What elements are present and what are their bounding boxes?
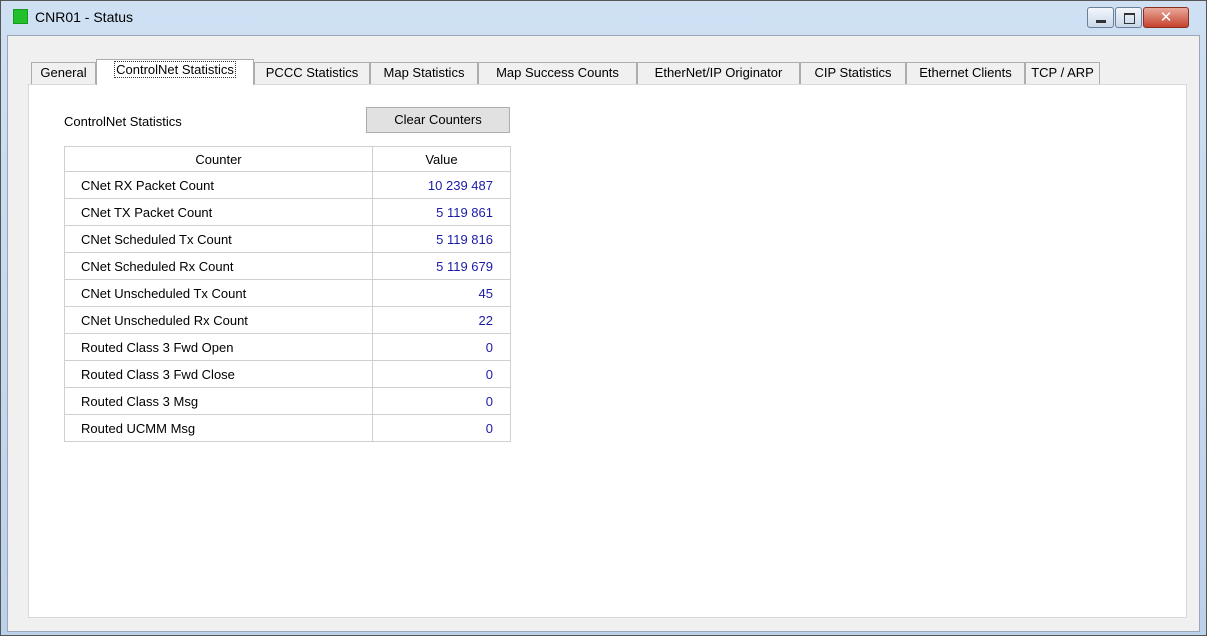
tab-label: TCP / ARP: [1031, 65, 1094, 80]
tab-label: Map Statistics: [383, 65, 465, 80]
counter-value: 45: [372, 279, 511, 307]
tab-ethernet-ip-originator[interactable]: EtherNet/IP Originator: [637, 62, 800, 84]
table-header-row: Counter Value: [64, 146, 511, 172]
clear-counters-button[interactable]: Clear Counters: [366, 107, 510, 133]
counter-value: 22: [372, 306, 511, 334]
counter-value: 0: [372, 333, 511, 361]
counter-value: 10 239 487: [372, 171, 511, 199]
table-row[interactable]: CNet TX Packet Count 5 119 861: [64, 198, 511, 226]
tab-label: Map Success Counts: [496, 65, 619, 80]
tab-map-success-counts[interactable]: Map Success Counts: [478, 62, 637, 84]
section-title: ControlNet Statistics: [64, 114, 182, 129]
counter-value: 0: [372, 387, 511, 415]
tab-cip-statistics[interactable]: CIP Statistics: [800, 62, 906, 84]
table-row[interactable]: CNet Scheduled Tx Count 5 119 816: [64, 225, 511, 253]
column-header-value[interactable]: Value: [372, 146, 511, 172]
maximize-icon: [1124, 13, 1135, 24]
tab-pccc-statistics[interactable]: PCCC Statistics: [254, 62, 370, 84]
table-row[interactable]: CNet Unscheduled Tx Count 45: [64, 279, 511, 307]
counter-value: 5 119 679: [372, 252, 511, 280]
table-row[interactable]: Routed Class 3 Fwd Close 0: [64, 360, 511, 388]
statistics-table: Counter Value CNet RX Packet Count 10 239…: [64, 146, 511, 442]
counter-name: CNet Scheduled Tx Count: [64, 225, 373, 253]
minimize-icon: [1096, 20, 1106, 23]
maximize-button[interactable]: [1115, 7, 1142, 28]
column-header-counter[interactable]: Counter: [64, 146, 373, 172]
tab-general[interactable]: General: [31, 62, 96, 84]
tab-controlnet-statistics[interactable]: ControlNet Statistics: [96, 59, 254, 85]
counter-value: 5 119 816: [372, 225, 511, 253]
counter-name: Routed Class 3 Fwd Close: [64, 360, 373, 388]
table-row[interactable]: Routed Class 3 Fwd Open 0: [64, 333, 511, 361]
table-row[interactable]: Routed Class 3 Msg 0: [64, 387, 511, 415]
tab-label: CIP Statistics: [814, 65, 892, 80]
tab-label: General: [40, 65, 87, 80]
counter-name: Routed Class 3 Msg: [64, 387, 373, 415]
counter-name: CNet Unscheduled Tx Count: [64, 279, 373, 307]
table-row[interactable]: Routed UCMM Msg 0: [64, 414, 511, 442]
tab-label: ControlNet Statistics: [114, 61, 236, 78]
counter-name: CNet RX Packet Count: [64, 171, 373, 199]
counter-name: CNet TX Packet Count: [64, 198, 373, 226]
counter-value: 0: [372, 414, 511, 442]
counter-name: Routed Class 3 Fwd Open: [64, 333, 373, 361]
table-row[interactable]: CNet Unscheduled Rx Count 22: [64, 306, 511, 334]
counter-name: Routed UCMM Msg: [64, 414, 373, 442]
tab-label: PCCC Statistics: [265, 65, 359, 80]
tab-label: Ethernet Clients: [919, 65, 1012, 80]
tab-map-statistics[interactable]: Map Statistics: [370, 62, 478, 84]
counter-name: CNet Scheduled Rx Count: [64, 252, 373, 280]
counter-name: CNet Unscheduled Rx Count: [64, 306, 373, 334]
tab-ethernet-clients[interactable]: Ethernet Clients: [906, 62, 1025, 84]
window-title: CNR01 - Status: [35, 9, 134, 25]
title-bar[interactable]: CNR01 - Status ✕: [1, 1, 1206, 33]
table-row[interactable]: CNet Scheduled Rx Count 5 119 679: [64, 252, 511, 280]
table-row[interactable]: CNet RX Packet Count 10 239 487: [64, 171, 511, 199]
minimize-button[interactable]: [1087, 7, 1114, 28]
app-icon: [13, 9, 28, 24]
close-button[interactable]: ✕: [1143, 7, 1189, 28]
tab-label: EtherNet/IP Originator: [654, 65, 783, 80]
counter-value: 0: [372, 360, 511, 388]
close-icon: ✕: [1159, 8, 1173, 26]
counter-value: 5 119 861: [372, 198, 511, 226]
tab-tcp-arp[interactable]: TCP / ARP: [1025, 62, 1100, 84]
